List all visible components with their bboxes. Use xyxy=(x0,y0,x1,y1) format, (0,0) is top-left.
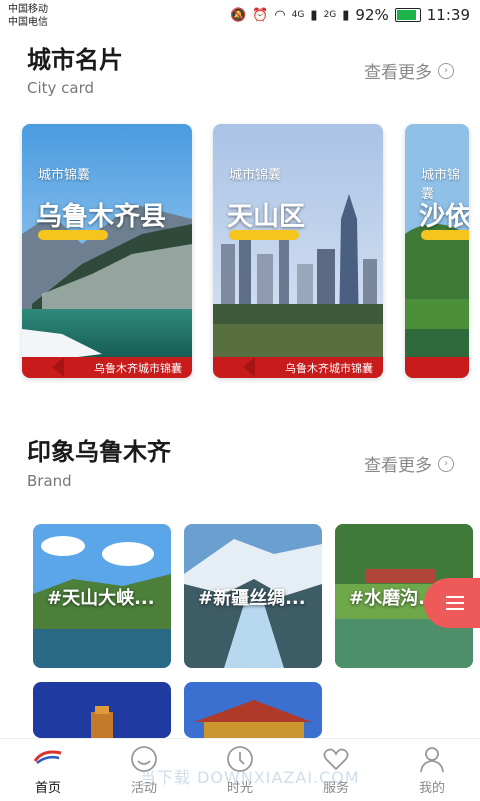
card-tag: 城市锦囊 xyxy=(38,168,91,183)
status-bar: 中国移动 中国电信 🔕 ⏰ ◠ 4G ▮ 2G ▮ 92% 11:39 xyxy=(0,0,480,30)
card-accent-bar xyxy=(229,230,299,240)
card-footer: 乌鲁木齐城市锦囊 xyxy=(213,357,383,378)
card-accent-bar xyxy=(421,230,469,240)
tab-label: 我的 xyxy=(418,781,445,796)
tab-home[interactable]: 首页 xyxy=(0,739,96,801)
brand-section-subtitle: Brand xyxy=(27,472,72,490)
card-accent-bar xyxy=(38,230,108,240)
floating-menu-button[interactable] xyxy=(424,578,480,628)
city-section-title: 城市名片 xyxy=(27,46,123,74)
network-2: 2G xyxy=(323,10,337,20)
user-icon xyxy=(420,747,444,773)
signal-icon: ▮ xyxy=(310,7,318,23)
card-footer: 乌鲁木齐城市锦囊 xyxy=(22,357,192,378)
city-card-2[interactable]: 城市锦囊 天山区 乌鲁木齐城市锦囊 xyxy=(213,124,383,378)
card-city-name: 沙依 xyxy=(419,202,469,232)
chevron-right-icon: › xyxy=(438,62,454,79)
tab-me[interactable]: 我的 xyxy=(384,739,480,801)
city-skyline-image xyxy=(213,124,383,378)
city-more-label: 查看更多 xyxy=(364,63,432,83)
temple-image xyxy=(184,682,322,738)
home-logo-icon xyxy=(33,750,62,764)
battery-icon xyxy=(394,8,421,22)
card-footer-label: 乌鲁木齐城市锦囊 xyxy=(94,362,182,375)
mountain-lake-image xyxy=(22,124,192,378)
brand-item-title: #天山大峡... xyxy=(47,588,155,609)
card-city-name: 天山区 xyxy=(227,202,306,232)
brand-section-title: 印象乌鲁木齐 xyxy=(27,438,171,466)
watermark: 当下载 DOWNXIAZAI.COM xyxy=(140,768,360,787)
city-more-link[interactable]: 查看更多 › xyxy=(364,58,454,83)
card-footer xyxy=(405,357,469,378)
brand-item-5[interactable] xyxy=(184,682,322,738)
carrier-info: 中国移动 中国电信 xyxy=(8,3,48,29)
carrier-1: 中国移动 xyxy=(8,4,48,15)
mute-icon: 🔕 xyxy=(229,7,247,23)
brand-item-1[interactable]: #天山大峡... xyxy=(33,524,171,668)
night-building-image xyxy=(33,682,171,738)
brand-item-title: #新疆丝绸... xyxy=(198,588,306,609)
city-section-subtitle: City card xyxy=(27,79,95,97)
tab-label: 首页 xyxy=(34,781,61,796)
park-image xyxy=(405,124,469,378)
wifi-icon: ◠ xyxy=(274,7,286,23)
brand-item-4[interactable] xyxy=(33,682,171,738)
card-footer-label: 乌鲁木齐城市锦囊 xyxy=(285,362,373,375)
card-tag: 城市锦囊 xyxy=(229,168,282,183)
status-indicators: 🔕 ⏰ ◠ 4G ▮ 2G ▮ 92% 11:39 xyxy=(230,6,470,24)
signal-icon-2: ▮ xyxy=(342,7,350,23)
brand-more-label: 查看更多 xyxy=(364,456,432,476)
brand-more-link[interactable]: 查看更多 › xyxy=(364,451,454,476)
city-card-3[interactable]: 城市锦囊 沙依 xyxy=(405,124,469,378)
carrier-2: 中国电信 xyxy=(8,17,48,28)
clock-time: 11:39 xyxy=(426,6,470,24)
battery-percent: 92% xyxy=(355,6,389,24)
chevron-right-icon: › xyxy=(438,455,454,472)
city-card-1[interactable]: 城市锦囊 乌鲁木齐县 乌鲁木齐城市锦囊 xyxy=(22,124,192,378)
brand-item-2[interactable]: #新疆丝绸... xyxy=(184,524,322,668)
card-city-name: 乌鲁木齐县 xyxy=(36,202,167,232)
alarm-icon: ⏰ xyxy=(252,7,269,23)
network-1: 4G xyxy=(291,10,305,20)
